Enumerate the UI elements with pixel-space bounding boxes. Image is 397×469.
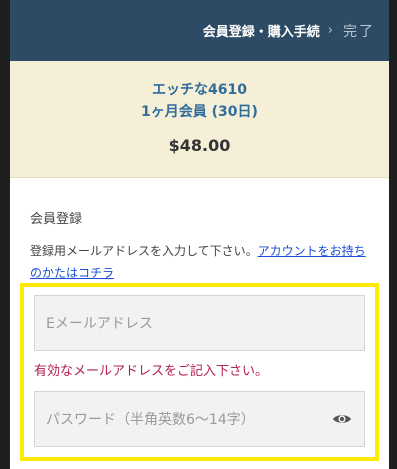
step-current: 会員登録・購入手続 xyxy=(202,25,320,40)
step-header: 会員登録・購入手続 › 完了 xyxy=(10,0,389,61)
instructions-text: 登録用メールアドレスを入力して下さい。 xyxy=(30,244,258,258)
plan-summary: エッチな4610 1ヶ月会員 (30日) $48.00 xyxy=(10,61,389,178)
eye-icon[interactable] xyxy=(332,412,352,426)
registration-form: 会員登録 登録用メールアドレスを入力して下さい。アカウントをお持ちのかたはコチラ xyxy=(10,208,389,284)
plan-name: エッチな4610 xyxy=(152,82,247,98)
password-field[interactable]: パスワード（半角英数6～14字） xyxy=(34,391,365,447)
email-field[interactable]: Eメールアドレス xyxy=(34,295,365,351)
step-next: 完了 xyxy=(343,23,375,40)
highlighted-fields: Eメールアドレス 有効なメールアドレスをご記入下さい。 パスワード（半角英数6～… xyxy=(20,283,379,461)
form-instructions: 登録用メールアドレスを入力して下さい。アカウントをお持ちのかたはコチラ xyxy=(30,240,369,284)
plan-term: 1ヶ月会員 (30日) xyxy=(141,104,258,120)
email-error-message: 有効なメールアドレスをご記入下さい。 xyxy=(34,364,269,379)
email-placeholder: Eメールアドレス xyxy=(46,316,153,332)
plan-price: $48.00 xyxy=(168,136,231,155)
form-title: 会員登録 xyxy=(30,212,83,227)
password-placeholder: パスワード（半角英数6～14字） xyxy=(46,412,255,428)
chevron-right-icon: › xyxy=(327,23,333,38)
registration-panel: 会員登録・購入手続 › 完了 エッチな4610 1ヶ月会員 (30日) $48.… xyxy=(10,0,389,469)
